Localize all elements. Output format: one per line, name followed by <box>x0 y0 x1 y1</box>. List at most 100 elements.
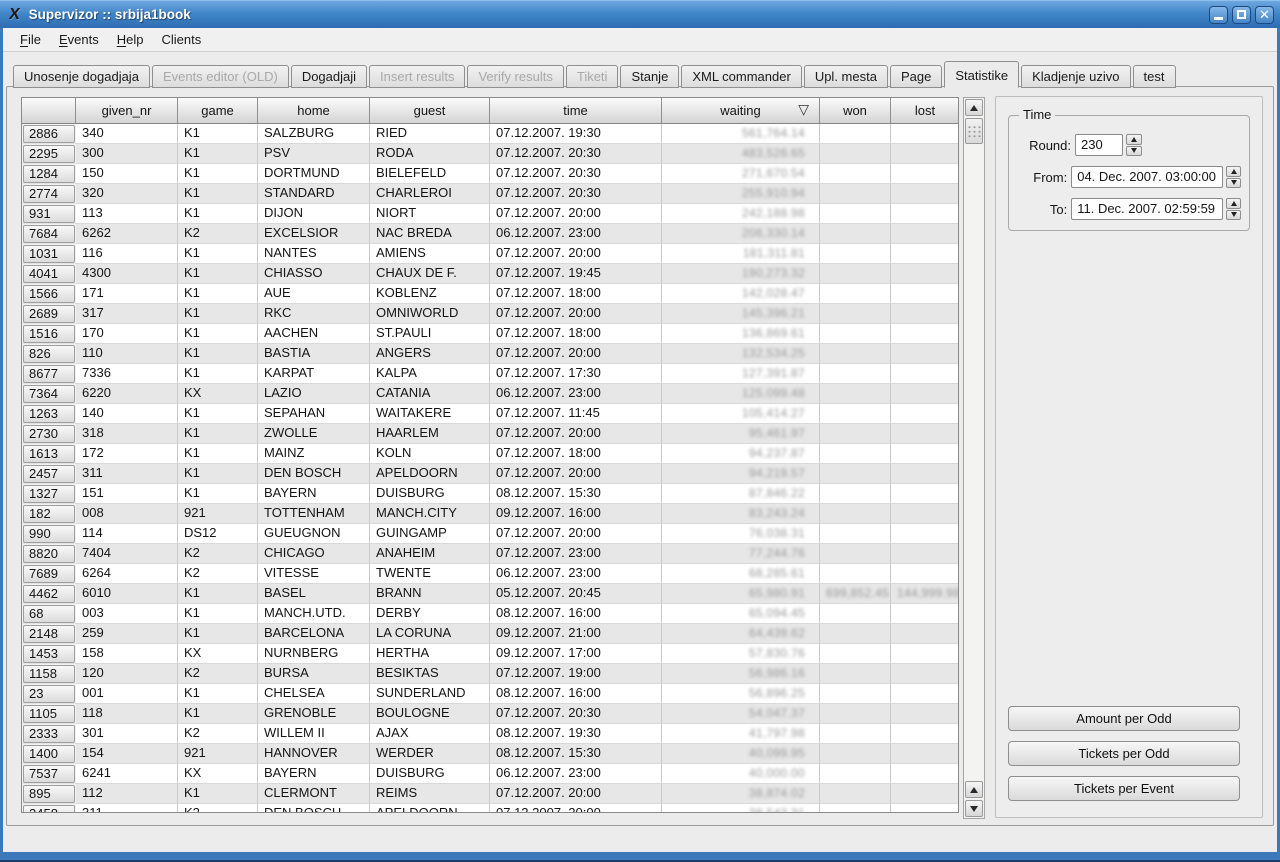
cell-lost[interactable] <box>891 684 959 704</box>
cell-won[interactable] <box>820 444 891 464</box>
row-header-cell[interactable]: 2333 <box>22 724 76 744</box>
cell-time[interactable]: 07.12.2007. 20:30 <box>490 704 662 724</box>
cell-home[interactable]: DIJON <box>258 204 370 224</box>
cell-time[interactable]: 07.12.2007. 20:00 <box>490 424 662 444</box>
cell-home[interactable]: BASTIA <box>258 344 370 364</box>
tab-test[interactable]: test <box>1133 65 1176 88</box>
cell-game[interactable]: K2 <box>178 664 258 684</box>
cell-won[interactable] <box>820 784 891 804</box>
menu-clients[interactable]: Clients <box>152 30 210 49</box>
from-spin-down-button[interactable] <box>1226 178 1241 189</box>
cell-given_nr[interactable]: 172 <box>76 444 178 464</box>
cell-time[interactable]: 07.12.2007. 20:00 <box>490 524 662 544</box>
column-header-waiting[interactable]: waiting▽ <box>662 98 820 124</box>
cell-won[interactable] <box>820 624 891 644</box>
cell-lost[interactable] <box>891 524 959 544</box>
cell-given_nr[interactable]: 318 <box>76 424 178 444</box>
cell-won[interactable] <box>820 564 891 584</box>
cell-guest[interactable]: KOBLENZ <box>370 284 490 304</box>
cell-time[interactable]: 07.12.2007. 20:00 <box>490 344 662 364</box>
cell-guest[interactable]: BESIKTAS <box>370 664 490 684</box>
cell-guest[interactable]: GUINGAMP <box>370 524 490 544</box>
cell-lost[interactable] <box>891 404 959 424</box>
cell-won[interactable] <box>820 424 891 444</box>
tab-page[interactable]: Page <box>890 65 942 88</box>
cell-home[interactable]: STANDARD <box>258 184 370 204</box>
cell-lost[interactable] <box>891 344 959 364</box>
cell-time[interactable]: 07.12.2007. 20:00 <box>490 244 662 264</box>
cell-lost[interactable] <box>891 644 959 664</box>
cell-waiting[interactable]: 64,439.62 <box>662 624 820 644</box>
cell-guest[interactable]: CHAUX DE F. <box>370 264 490 284</box>
cell-game[interactable]: KX <box>178 384 258 404</box>
cell-time[interactable]: 09.12.2007. 17:00 <box>490 644 662 664</box>
cell-home[interactable]: CHELSEA <box>258 684 370 704</box>
cell-time[interactable]: 07.12.2007. 20:30 <box>490 184 662 204</box>
cell-lost[interactable] <box>891 444 959 464</box>
cell-won[interactable] <box>820 764 891 784</box>
row-header-cell[interactable]: 990 <box>22 524 76 544</box>
cell-home[interactable]: HANNOVER <box>258 744 370 764</box>
row-header-cell[interactable]: 2458 <box>22 804 76 813</box>
row-header-cell[interactable]: 1031 <box>22 244 76 264</box>
close-button[interactable]: ✕ <box>1255 6 1274 24</box>
cell-waiting[interactable]: 142,028.47 <box>662 284 820 304</box>
cell-game[interactable]: K1 <box>178 124 258 144</box>
cell-home[interactable]: AUE <box>258 284 370 304</box>
cell-given_nr[interactable]: 301 <box>76 724 178 744</box>
cell-lost[interactable] <box>891 264 959 284</box>
cell-lost[interactable]: 144,999.98 <box>891 584 959 604</box>
row-header-cell[interactable]: 1263 <box>22 404 76 424</box>
cell-game[interactable]: K1 <box>178 784 258 804</box>
cell-given_nr[interactable]: 114 <box>76 524 178 544</box>
cell-lost[interactable] <box>891 224 959 244</box>
cell-guest[interactable]: HERTHA <box>370 644 490 664</box>
cell-given_nr[interactable]: 151 <box>76 484 178 504</box>
cell-home[interactable]: BASEL <box>258 584 370 604</box>
row-header-cell[interactable]: 2295 <box>22 144 76 164</box>
cell-waiting[interactable]: 132,534.25 <box>662 344 820 364</box>
cell-lost[interactable] <box>891 324 959 344</box>
cell-waiting[interactable]: 255,910.94 <box>662 184 820 204</box>
cell-home[interactable]: NURNBERG <box>258 644 370 664</box>
cell-game[interactable]: K1 <box>178 164 258 184</box>
menu-events[interactable]: Events <box>50 30 108 49</box>
cell-guest[interactable]: DUISBURG <box>370 764 490 784</box>
row-header-cell[interactable]: 1400 <box>22 744 76 764</box>
cell-guest[interactable]: SUNDERLAND <box>370 684 490 704</box>
cell-game[interactable]: K1 <box>178 424 258 444</box>
cell-waiting[interactable]: 87,846.22 <box>662 484 820 504</box>
scroll-up-button[interactable] <box>965 99 983 116</box>
cell-time[interactable]: 09.12.2007. 21:00 <box>490 624 662 644</box>
cell-guest[interactable]: BIELEFELD <box>370 164 490 184</box>
cell-time[interactable]: 06.12.2007. 23:00 <box>490 564 662 584</box>
cell-game[interactable]: K1 <box>178 604 258 624</box>
cell-time[interactable]: 07.12.2007. 17:30 <box>490 364 662 384</box>
cell-won[interactable] <box>820 184 891 204</box>
cell-guest[interactable]: DERBY <box>370 604 490 624</box>
cell-guest[interactable]: CATANIA <box>370 384 490 404</box>
cell-home[interactable]: VITESSE <box>258 564 370 584</box>
cell-waiting[interactable]: 105,414.27 <box>662 404 820 424</box>
cell-time[interactable]: 07.12.2007. 23:00 <box>490 544 662 564</box>
cell-given_nr[interactable]: 150 <box>76 164 178 184</box>
cell-lost[interactable] <box>891 304 959 324</box>
row-header-cell[interactable]: 7537 <box>22 764 76 784</box>
cell-given_nr[interactable]: 6241 <box>76 764 178 784</box>
cell-waiting[interactable]: 125,099.48 <box>662 384 820 404</box>
cell-home[interactable]: RKC <box>258 304 370 324</box>
cell-won[interactable] <box>820 324 891 344</box>
cell-won[interactable] <box>820 704 891 724</box>
cell-game[interactable]: K2 <box>178 544 258 564</box>
cell-time[interactable]: 07.12.2007. 20:00 <box>490 464 662 484</box>
cell-waiting[interactable]: 94,237.87 <box>662 444 820 464</box>
cell-home[interactable]: DEN BOSCH <box>258 464 370 484</box>
row-header-cell[interactable]: 1158 <box>22 664 76 684</box>
cell-waiting[interactable]: 145,396.21 <box>662 304 820 324</box>
cell-time[interactable]: 07.12.2007. 11:45 <box>490 404 662 424</box>
cell-given_nr[interactable]: 317 <box>76 304 178 324</box>
cell-given_nr[interactable]: 6010 <box>76 584 178 604</box>
cell-waiting[interactable]: 65,980.91 <box>662 584 820 604</box>
cell-game[interactable]: K1 <box>178 624 258 644</box>
row-header-cell[interactable]: 182 <box>22 504 76 524</box>
